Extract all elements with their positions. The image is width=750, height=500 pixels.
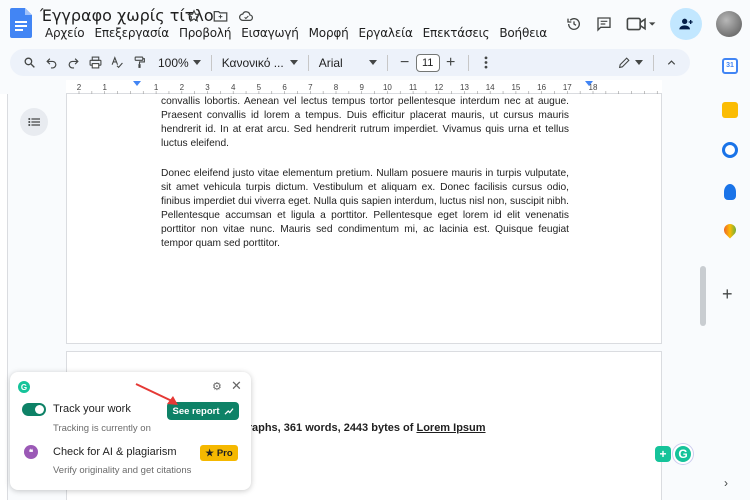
chevron-down-icon	[192, 60, 201, 65]
menu-view[interactable]: Προβολή	[174, 26, 236, 40]
chevron-right-icon[interactable]: ›	[724, 476, 728, 490]
toolbar: 100% Κανονικό ... Arial − 11 +	[10, 49, 690, 76]
outline-icon	[28, 117, 40, 127]
style-select[interactable]: Κανονικό ...	[218, 56, 302, 70]
track-work-status: Tracking is currently on	[53, 423, 151, 434]
ruler-tick-label: 6	[282, 83, 287, 92]
keep-icon[interactable]	[722, 102, 738, 118]
header: Έγγραφο χωρίς τίτλο Αρχείο Επεξεργασία Π…	[0, 0, 750, 46]
video-icon[interactable]	[626, 16, 656, 32]
calendar-icon[interactable]: 31	[722, 58, 738, 74]
ruler-tick-label: 16	[537, 83, 546, 92]
print-icon[interactable]	[84, 52, 106, 74]
docs-logo-icon[interactable]	[10, 8, 32, 38]
ruler-tick-label: 10	[383, 83, 392, 92]
trend-icon	[224, 408, 233, 415]
chevron-down-icon	[635, 60, 643, 65]
plus-icon[interactable]: +	[722, 285, 733, 303]
ruler-tick-label: 14	[486, 83, 495, 92]
ruler-tick-label: 13	[460, 83, 469, 92]
font-select[interactable]: Arial	[315, 56, 381, 70]
menu-format[interactable]: Μορφή	[304, 26, 354, 40]
track-work-title: Track your work	[53, 403, 131, 415]
menu-help[interactable]: Βοήθεια	[494, 26, 552, 40]
ruler-tick-label: 8	[334, 83, 339, 92]
grammarly-floating-widget[interactable]: + G	[655, 444, 693, 464]
ruler-tick-label: 1	[102, 83, 107, 92]
spellcheck-icon[interactable]	[106, 52, 128, 74]
track-work-toggle[interactable]	[22, 403, 46, 416]
add-icon[interactable]: +	[655, 446, 671, 462]
share-icon	[679, 18, 693, 30]
search-icon[interactable]	[18, 52, 40, 74]
chevron-down-icon	[368, 60, 377, 65]
more-icon[interactable]	[475, 52, 497, 74]
quote-icon: ❝	[24, 445, 38, 459]
paragraph[interactable]: convallis lobortis. Aenean vel lectus te…	[161, 95, 569, 151]
tasks-icon[interactable]	[722, 142, 738, 158]
close-icon[interactable]: ✕	[231, 378, 242, 394]
history-icon[interactable]	[566, 16, 582, 32]
ruler-tick-label: 2	[77, 83, 82, 92]
pro-badge[interactable]: ★ Pro	[200, 445, 238, 461]
paint-format-icon[interactable]	[128, 52, 150, 74]
cloud-icon[interactable]	[238, 8, 254, 24]
grammarly-popup: G ⚙ ✕ Track your work Tracking is curren…	[10, 372, 251, 490]
annotation-arrow-icon	[135, 383, 178, 405]
stats-text[interactable]: graphs, 361 words, 2443 bytes of Lorem I…	[241, 422, 486, 434]
comment-icon[interactable]	[596, 16, 612, 32]
indent-marker[interactable]	[133, 81, 141, 86]
ruler-tick-label: 9	[359, 83, 364, 92]
outline-button[interactable]	[20, 108, 48, 136]
ruler-tick-label: 3	[205, 83, 210, 92]
font-size-input[interactable]: 11	[415, 53, 440, 72]
vertical-ruler[interactable]	[0, 94, 8, 500]
lorem-ipsum-link[interactable]: Lorem Ipsum	[416, 422, 485, 434]
menu-file[interactable]: Αρχείο	[40, 26, 89, 40]
redo-icon[interactable]	[62, 52, 84, 74]
ruler-tick-label: 1	[154, 83, 159, 92]
contacts-icon[interactable]	[724, 184, 736, 200]
menu-extensions[interactable]: Επεκτάσεις	[418, 26, 495, 40]
ruler-tick-label: 17	[563, 83, 572, 92]
scrollbar[interactable]	[700, 266, 706, 326]
menu-bar: Αρχείο Επεξεργασία Προβολή Εισαγωγή Μορφ…	[40, 26, 552, 40]
ruler-tick-label: 11	[409, 83, 418, 92]
grammarly-logo-icon: G	[18, 381, 30, 393]
horizontal-ruler[interactable]: 2 1 1 2 3 4 5 6 7 8 9 10 11 12 13 14 15 16 17 18	[66, 80, 662, 94]
ai-plagiarism-subtitle: Verify originality and get citations	[53, 465, 192, 476]
ruler-tick-label: 15	[511, 83, 520, 92]
folder-icon[interactable]	[212, 8, 228, 24]
editing-mode-select[interactable]	[614, 56, 647, 69]
ruler-tick-label: 12	[434, 83, 443, 92]
ai-plagiarism-title[interactable]: Check for AI & plagiarism	[53, 446, 177, 458]
chevron-down-icon	[289, 60, 298, 65]
star-icon[interactable]	[186, 8, 202, 24]
star-icon: ★	[205, 447, 214, 459]
ruler-tick-label: 4	[231, 83, 236, 92]
share-button[interactable]	[670, 8, 702, 40]
font-value: Arial	[318, 55, 343, 70]
style-value: Κανονικό ...	[221, 55, 284, 70]
increase-font-size-button[interactable]: +	[440, 52, 462, 74]
menu-tools[interactable]: Εργαλεία	[354, 26, 418, 40]
ruler-tick-label: 2	[180, 83, 185, 92]
avatar[interactable]	[716, 11, 742, 37]
pencil-icon	[618, 57, 630, 69]
zoom-select[interactable]: 100%	[154, 56, 205, 70]
chevron-up-icon[interactable]	[660, 52, 682, 74]
ruler-tick-label: 7	[308, 83, 313, 92]
zoom-value: 100%	[158, 55, 189, 70]
ruler-tick-label: 5	[257, 83, 262, 92]
grammarly-icon[interactable]: G	[673, 444, 693, 464]
menu-edit[interactable]: Επεξεργασία	[89, 26, 173, 40]
decrease-font-size-button[interactable]: −	[394, 52, 416, 74]
paragraph[interactable]: Donec eleifend justo vitae elementum pre…	[161, 167, 569, 251]
maps-icon[interactable]	[721, 221, 739, 239]
gear-icon[interactable]: ⚙	[212, 380, 222, 393]
side-panel: 31 + ›	[710, 46, 750, 500]
menu-insert[interactable]: Εισαγωγή	[236, 26, 303, 40]
document-page[interactable]: convallis lobortis. Aenean vel lectus te…	[66, 94, 662, 344]
undo-icon[interactable]	[40, 52, 62, 74]
